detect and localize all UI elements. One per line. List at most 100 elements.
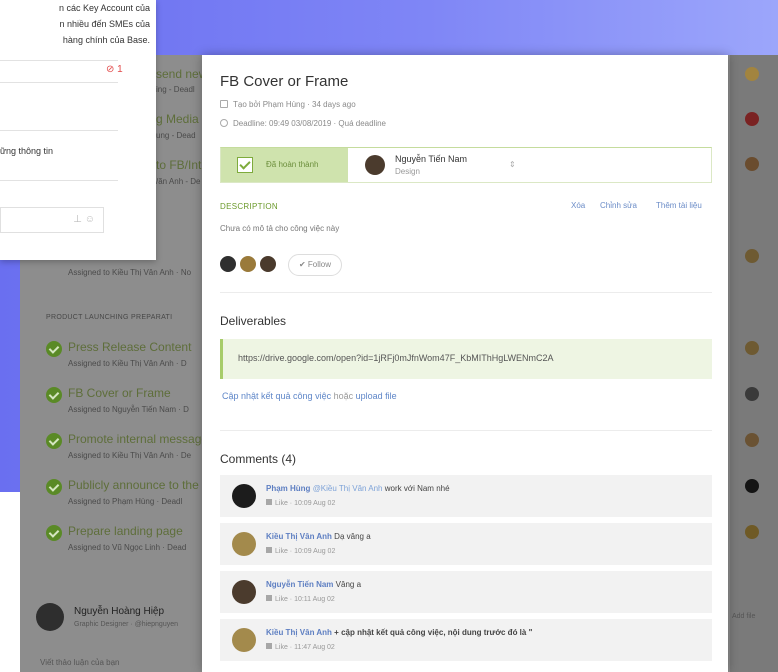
deadline-text: Deadline: 09:49 03/08/2019 · Quá deadlin… — [233, 119, 387, 128]
comment-avatar — [232, 628, 256, 652]
like-icon[interactable] — [266, 547, 272, 553]
user-role: Graphic Designer · @hiepnguyen — [74, 621, 178, 628]
update-result-line: Cập nhật kết quả công việc hoặc upload f… — [222, 391, 397, 401]
assignee-avatar — [745, 112, 759, 126]
follower-avatar — [218, 254, 238, 274]
task-sub: Assigned to Phạm Hùng · Deadl — [68, 497, 183, 506]
follow-button[interactable]: ✔ Follow — [288, 254, 342, 276]
like-icon[interactable] — [266, 643, 272, 649]
task-title[interactable]: Prepare landing page — [68, 524, 183, 538]
right-column-backdrop — [730, 55, 778, 672]
task-check-icon[interactable] — [46, 387, 62, 403]
follower-avatar — [238, 254, 258, 274]
description-text: Chưa có mô tả cho công việc này — [220, 224, 340, 233]
comment-author[interactable]: Kiều Thị Vân Anh — [266, 628, 332, 637]
status-bar: Đã hoàn thành Nguyễn Tiến Nam Design ⇕ — [220, 147, 712, 183]
done-toggle[interactable]: Đã hoàn thành — [221, 148, 348, 182]
delete-link[interactable]: Xóa — [571, 201, 585, 210]
divider — [0, 130, 118, 131]
follow-label: Follow — [307, 260, 332, 269]
task-title[interactable]: Press Release Content — [68, 340, 191, 354]
user-avatar — [36, 603, 64, 631]
comment-meta: Like · 10:11 Aug 02 — [266, 595, 335, 603]
popup-reply-input[interactable]: ⊥ ☺ — [0, 207, 104, 233]
comment-text: work với Nam nhé — [384, 484, 450, 493]
divider — [0, 180, 118, 181]
like-button[interactable]: Like — [275, 500, 288, 507]
assignee-role: Design — [395, 167, 420, 176]
comment-item: Kiều Thị Vân Anh Dạ vâng a Like · 10:09 … — [220, 523, 712, 565]
divider — [0, 82, 118, 83]
like-button[interactable]: Like — [275, 644, 288, 651]
user-name: Nguyễn Hoàng Hiệp — [74, 606, 165, 617]
popup-text-line: n các Key Account của — [58, 3, 150, 13]
task-sub: Assigned to Kiều Thị Vân Anh · De — [68, 451, 192, 460]
task-sub: ing - Deadl — [156, 85, 195, 94]
comment-mention[interactable]: @Kiều Thị Vân Anh — [313, 484, 383, 493]
task-sub: Assigned to Kiều Thị Vân Anh · D — [68, 359, 187, 368]
edit-link[interactable]: Chỉnh sửa — [600, 201, 637, 210]
follower-avatar — [258, 254, 278, 274]
task-title-heading: FB Cover or Frame — [220, 73, 349, 90]
add-file-link[interactable]: Add file — [732, 613, 755, 620]
add-document-link[interactable]: Thêm tài liệu — [656, 201, 702, 210]
like-icon[interactable] — [266, 499, 272, 505]
upload-file-link[interactable]: upload file — [356, 391, 397, 401]
assignee-avatar — [745, 249, 759, 263]
task-sub: Assigned to Kiều Thị Vân Anh · No — [68, 268, 192, 277]
description-label: DESCRIPTION — [220, 202, 278, 211]
popup-text: n các Key Account của n nhiều đến SMEs c… — [0, 0, 150, 48]
task-sub: ung - Dead — [156, 131, 196, 140]
like-button[interactable]: Like — [275, 596, 288, 603]
task-title[interactable]: Publicly announce to the c — [68, 478, 208, 492]
section-header[interactable]: PRODUCT LAUNCHING PREPARATI — [46, 314, 172, 321]
comment-time: 10:09 Aug 02 — [294, 548, 336, 555]
created-by: Tạo bởi Phạm Hùng · 34 days ago — [220, 100, 356, 109]
comment-meta: Like · 11:47 Aug 02 — [266, 643, 335, 651]
like-button[interactable]: Like — [275, 548, 288, 555]
created-text: Tạo bởi Phạm Hùng · 34 days ago — [233, 100, 356, 109]
popup-text-line: n nhiều đến SMEs của — [59, 19, 150, 29]
comment-body: Kiều Thị Vân Anh + cập nhật kết quả công… — [266, 628, 532, 637]
comment-item: Nguyễn Tiến Nam Vâng a Like · 10:11 Aug … — [220, 571, 712, 613]
calendar-icon — [220, 100, 228, 108]
task-check-icon[interactable] — [46, 525, 62, 541]
notification-value: 1 — [117, 64, 123, 75]
task-title[interactable]: Promote internal message — [68, 432, 208, 446]
task-title[interactable]: send new — [156, 67, 207, 81]
comment-author[interactable]: Nguyễn Tiến Nam — [266, 580, 333, 589]
chevron-updown-icon[interactable]: ⇕ — [509, 160, 516, 169]
comment-avatar — [232, 580, 256, 604]
task-title[interactable]: to FB/Int — [156, 158, 201, 172]
deliverable-link-box[interactable]: https://drive.google.com/open?id=1jRFj0m… — [220, 339, 712, 379]
update-result-link[interactable]: Cập nhật kết quả công việc — [222, 391, 331, 401]
assignee-name[interactable]: Nguyễn Tiến Nam — [395, 154, 467, 164]
comment-author[interactable]: Phạm Hùng — [266, 484, 310, 493]
assignee-avatar — [745, 157, 759, 171]
task-sub: Assigned to Nguyễn Tiến Nam · D — [68, 405, 189, 414]
divider — [220, 292, 712, 293]
assignee-avatar — [745, 67, 759, 81]
assignee-avatar — [745, 479, 759, 493]
deadline: Deadline: 09:49 03/08/2019 · Quá deadlin… — [220, 119, 386, 128]
task-check-icon[interactable] — [46, 433, 62, 449]
comment-item: Phạm Hùng @Kiều Thị Vân Anh work với Nam… — [220, 475, 712, 517]
comment-author[interactable]: Kiều Thị Vân Anh — [266, 532, 332, 541]
comment-avatar — [232, 532, 256, 556]
checkbox-icon[interactable] — [237, 157, 253, 173]
notification-count[interactable]: ⊘ 1 — [106, 64, 123, 75]
task-check-icon[interactable] — [46, 479, 62, 495]
update-or-text: hoặc — [333, 391, 354, 401]
task-check-icon[interactable] — [46, 341, 62, 357]
like-icon[interactable] — [266, 595, 272, 601]
comments-heading: Comments (4) — [220, 452, 297, 466]
task-title[interactable]: FB Cover or Frame — [68, 386, 171, 400]
comment-text: Dạ vâng a — [334, 532, 371, 541]
attach-icon[interactable]: ⊥ ☺ — [73, 214, 95, 225]
discussion-input[interactable]: Viết thảo luận của bạn — [40, 658, 119, 667]
deliverable-url[interactable]: https://drive.google.com/open?id=1jRFj0m… — [238, 353, 554, 363]
popup-info-text: ững thông tin — [0, 146, 54, 156]
comment-item: Kiều Thị Vân Anh + cập nhật kết quả công… — [220, 619, 712, 661]
deliverables-heading: Deliverables — [220, 314, 287, 328]
comment-time: 10:11 Aug 02 — [294, 596, 335, 603]
